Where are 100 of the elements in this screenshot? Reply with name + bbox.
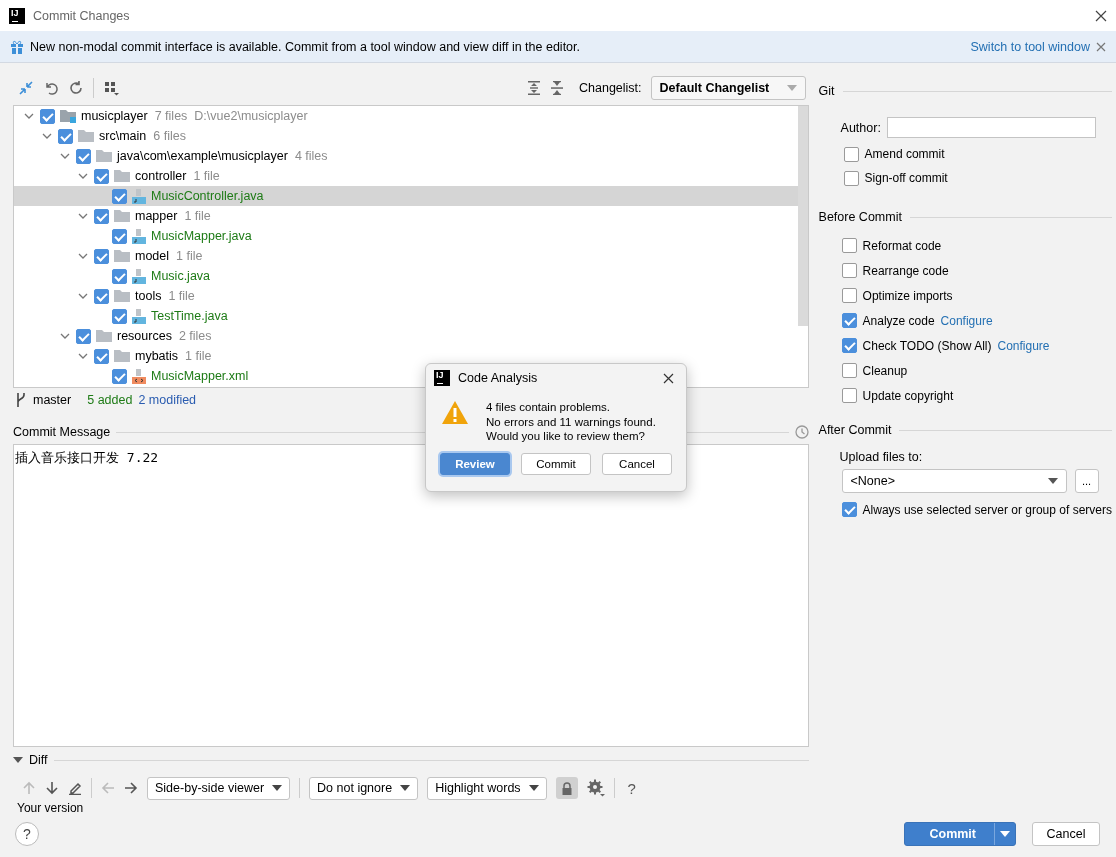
- java-file-icon: [131, 228, 147, 244]
- branch-name[interactable]: master: [33, 393, 72, 407]
- checkbox[interactable]: [841, 238, 857, 253]
- checkbox[interactable]: [843, 170, 859, 186]
- down-arrow-icon[interactable]: [45, 781, 59, 795]
- checkbox[interactable]: [112, 188, 127, 204]
- switch-link[interactable]: Switch to tool window: [970, 39, 1090, 54]
- tree-row[interactable]: java\com\example\musicplayer 4 files: [14, 146, 334, 166]
- tree-row[interactable]: TestTime.java: [14, 306, 234, 326]
- checkbox[interactable]: [76, 328, 91, 344]
- checkbox[interactable]: [112, 308, 127, 324]
- browse-button[interactable]: ...: [1074, 469, 1099, 493]
- tree-row[interactable]: MusicMapper.xml: [14, 366, 255, 386]
- checkbox[interactable]: [841, 263, 857, 278]
- tree-row[interactable]: model 1 file: [14, 246, 209, 266]
- ignore-dropdown[interactable]: Do not ignore: [309, 776, 419, 800]
- close-icon[interactable]: [663, 372, 674, 384]
- help-button[interactable]: ?: [15, 822, 39, 846]
- folder-icon: [113, 348, 131, 364]
- dialog-message: 4 files contain problems.: [486, 400, 611, 415]
- option-label: Amend commit: [864, 147, 945, 161]
- undo-icon[interactable]: [43, 80, 59, 96]
- option-label: Cleanup: [862, 363, 908, 378]
- close-icon[interactable]: [1095, 9, 1107, 22]
- option-label: Analyze code: [862, 313, 935, 328]
- up-arrow-icon[interactable]: [22, 781, 36, 795]
- folder-name: src\main: [99, 129, 147, 143]
- option-label: Sign-off commit: [864, 171, 948, 185]
- caret-icon: [1047, 478, 1058, 484]
- checkbox[interactable]: [112, 268, 127, 284]
- settings-icon[interactable]: [586, 779, 605, 797]
- checkbox[interactable]: [94, 348, 109, 364]
- left-arrow-icon[interactable]: [101, 781, 115, 795]
- tree-row[interactable]: src\main 6 files: [14, 126, 192, 146]
- checkbox[interactable]: [112, 368, 127, 384]
- commit-button[interactable]: Commit: [904, 822, 1016, 846]
- folder-icon: [113, 288, 131, 304]
- tree-row[interactable]: mapper 1 file: [14, 206, 217, 226]
- checkbox[interactable]: [843, 146, 859, 162]
- scrollbar[interactable]: [797, 106, 808, 326]
- caret-icon: [786, 85, 797, 91]
- checkbox[interactable]: [40, 108, 55, 124]
- checkbox[interactable]: [94, 288, 109, 304]
- app-logo: IJ: [9, 7, 25, 24]
- option-label: Always use selected server or group of servers: [862, 502, 1112, 517]
- tree-row[interactable]: tools 1 file: [14, 286, 201, 306]
- checkbox[interactable]: [841, 388, 857, 403]
- folder-name: musicplayer: [81, 109, 148, 123]
- checkbox[interactable]: [112, 228, 127, 244]
- tree-row[interactable]: Music.java: [14, 266, 217, 286]
- option-label: Reformat code: [862, 238, 942, 253]
- lock-button[interactable]: [555, 777, 578, 799]
- highlight-dropdown[interactable]: Highlight words: [427, 776, 547, 800]
- tree-row[interactable]: controller 1 file: [14, 166, 226, 186]
- tree-row[interactable]: resources 2 files: [14, 326, 218, 346]
- tree-row[interactable]: musicplayer 7 files D:\vue2\musicplayer: [14, 106, 314, 126]
- checkbox[interactable]: [841, 338, 857, 353]
- java-file-icon: [131, 268, 147, 284]
- checkbox[interactable]: [94, 168, 109, 184]
- configure-link[interactable]: Configure: [997, 338, 1050, 353]
- dialog-button[interactable]: Review: [440, 452, 510, 475]
- folder-name: controller: [135, 169, 187, 183]
- caret-icon[interactable]: [1000, 831, 1010, 837]
- dialog-title: Code Analysis: [458, 371, 539, 385]
- expand-all-icon[interactable]: [527, 81, 541, 95]
- upload-dropdown[interactable]: <None>: [841, 469, 1067, 493]
- group-by-icon[interactable]: [103, 80, 119, 96]
- changelist-dropdown[interactable]: Default Changelist: [650, 76, 806, 100]
- tree-row-selected[interactable]: MusicController.java: [14, 186, 798, 206]
- checkbox[interactable]: [76, 148, 91, 164]
- checkbox[interactable]: [841, 363, 857, 378]
- right-arrow-icon[interactable]: [124, 781, 138, 795]
- section-title: Before Commit: [818, 210, 902, 224]
- pencil-icon[interactable]: [68, 781, 82, 795]
- checkbox[interactable]: [94, 248, 109, 264]
- modified-count[interactable]: 2 modified: [138, 393, 197, 407]
- added-count[interactable]: 5 added: [87, 393, 133, 407]
- configure-link[interactable]: Configure: [940, 313, 993, 328]
- checkbox[interactable]: [94, 208, 109, 224]
- collapse-all-icon[interactable]: [550, 81, 564, 95]
- history-icon[interactable]: [794, 425, 809, 439]
- viewer-dropdown[interactable]: Side-by-side viewer: [147, 776, 291, 800]
- tree-row[interactable]: mybatis 1 file: [14, 346, 218, 366]
- collapse-triangle-icon[interactable]: [13, 757, 23, 763]
- checkbox[interactable]: [58, 128, 73, 144]
- option-label: Rearrange code: [862, 263, 949, 278]
- refresh-icon[interactable]: [68, 80, 84, 96]
- dialog-button[interactable]: Commit: [521, 452, 591, 475]
- cancel-button[interactable]: Cancel: [1032, 822, 1100, 846]
- folder-icon: [113, 208, 131, 224]
- checkbox[interactable]: [841, 313, 857, 328]
- checkbox[interactable]: [841, 288, 857, 303]
- author-field[interactable]: [886, 117, 1096, 138]
- dialog-button[interactable]: Cancel: [602, 452, 672, 475]
- help-button[interactable]: ?: [623, 779, 640, 797]
- checkbox[interactable]: [841, 502, 857, 517]
- branch-icon[interactable]: [15, 392, 27, 408]
- file-name: MusicMapper.java: [151, 229, 252, 243]
- collapse-arrows-icon[interactable]: [18, 80, 34, 96]
- tree-row[interactable]: MusicMapper.java: [14, 226, 258, 246]
